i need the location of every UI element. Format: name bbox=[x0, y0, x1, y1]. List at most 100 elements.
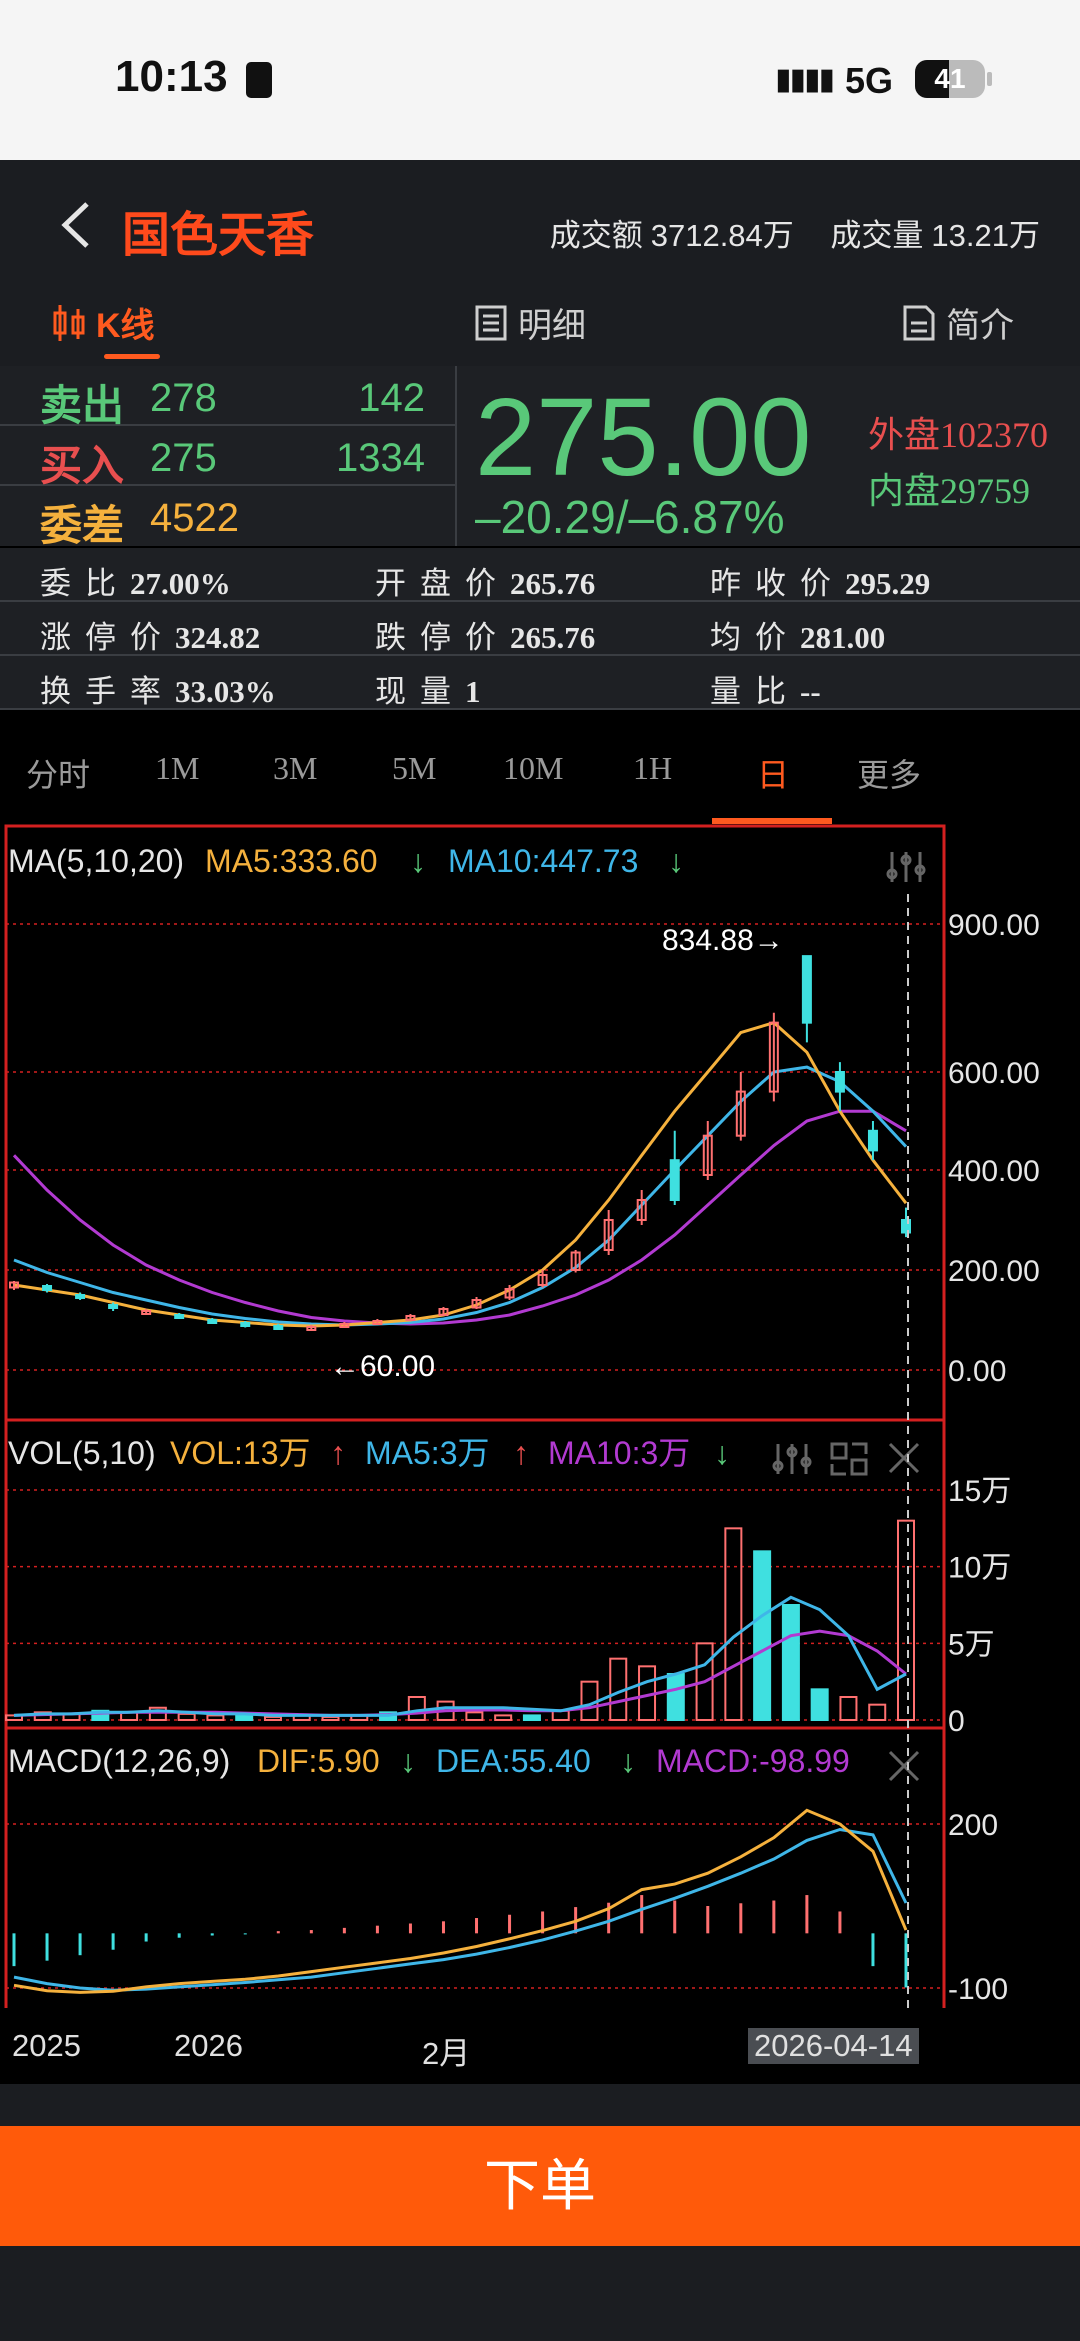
volume-bar bbox=[235, 1714, 254, 1722]
y-tick-label: 0 bbox=[948, 1705, 965, 1738]
price-change: –20.29/–6.87% bbox=[475, 491, 785, 543]
period-tab[interactable]: 1M bbox=[155, 750, 199, 787]
y-tick-label: 15万 bbox=[948, 1475, 1011, 1508]
candle-body bbox=[834, 1071, 845, 1093]
candle-body bbox=[240, 1322, 251, 1327]
switch-indicator-icon[interactable] bbox=[830, 1442, 868, 1476]
volume-bar bbox=[753, 1550, 772, 1721]
turnover-value: 3712.84万 bbox=[650, 218, 794, 253]
spacer bbox=[0, 2084, 1080, 2126]
period-tab[interactable]: 分时 bbox=[26, 750, 90, 796]
y-tick-label: 900.00 bbox=[948, 909, 1040, 942]
buy-price: 275 bbox=[150, 436, 217, 480]
candle-body bbox=[867, 1129, 878, 1152]
period-tab[interactable]: 10M bbox=[503, 750, 563, 787]
period-selector: 分时 1M 3M 5M 10M 1H 日 更多 bbox=[0, 718, 1080, 824]
period-tab[interactable]: 更多 bbox=[857, 750, 921, 796]
volume-value: 13.21万 bbox=[931, 218, 1040, 253]
back-arrow-icon[interactable] bbox=[55, 200, 95, 250]
turnover-label: 成交额 bbox=[549, 218, 643, 253]
y-tick-label: 600.00 bbox=[948, 1057, 1040, 1090]
network-label: 5G bbox=[845, 60, 894, 101]
stat-value: 281.00 bbox=[800, 620, 886, 655]
ma5-label: MA5:333.60 bbox=[205, 843, 378, 879]
y-tick-label: 0.00 bbox=[948, 1355, 1006, 1388]
quote-panel: 卖出 278 142 买入 275 1334 委差 4522 275.00 –2… bbox=[0, 366, 1080, 549]
dif-line bbox=[13, 1808, 908, 1994]
stat-value: -- bbox=[800, 674, 821, 709]
ma10-arrow: ↓ bbox=[668, 843, 684, 879]
volume-bar bbox=[206, 1714, 225, 1722]
period-tab-active[interactable]: 日 bbox=[757, 750, 789, 796]
status-time: 10:13 bbox=[115, 52, 228, 101]
stat-cell: 涨停价324.82 bbox=[40, 612, 260, 657]
buy-volume: 1334 bbox=[336, 436, 425, 480]
period-tab[interactable]: 3M bbox=[273, 750, 317, 787]
volume-bar bbox=[407, 1696, 426, 1721]
y-tick-label: 5万 bbox=[948, 1628, 995, 1661]
period-tab[interactable]: 5M bbox=[392, 750, 436, 787]
stat-cell: 昨收价295.29 bbox=[710, 558, 930, 603]
up-arrow-icon: ↑ bbox=[513, 1435, 529, 1471]
tab-profile[interactable]: 简介 bbox=[902, 298, 1014, 347]
volume-bar bbox=[868, 1703, 887, 1722]
volume-bar bbox=[263, 1715, 282, 1722]
volume-bar bbox=[321, 1715, 340, 1722]
diff-value: 4522 bbox=[150, 496, 239, 540]
vol-settings-icon[interactable] bbox=[772, 1444, 812, 1474]
inner-disk: 内盘29759 bbox=[868, 462, 1030, 514]
high-label: 834.88→ bbox=[662, 924, 784, 957]
date-label: 2025 bbox=[12, 2028, 81, 2063]
signal-icon: ▮▮▮▮ bbox=[775, 63, 835, 96]
close-icon[interactable] bbox=[888, 1442, 920, 1474]
sell-row: 卖出 278 142 bbox=[0, 366, 455, 429]
candle-body bbox=[801, 955, 812, 1024]
ma5-arrow: ↓ bbox=[410, 843, 426, 879]
status-bar: 10:13 ▮▮▮▮ 5G 41 bbox=[0, 0, 1080, 160]
stat-cell: 量比-- bbox=[710, 666, 821, 711]
settings-sliders-icon[interactable] bbox=[886, 852, 926, 882]
stat-value: 265.76 bbox=[510, 620, 596, 655]
candle-body bbox=[273, 1325, 284, 1330]
stat-label: 现量 bbox=[375, 674, 465, 709]
tab-detail-label: 明细 bbox=[518, 307, 586, 345]
stat-label: 委比 bbox=[40, 566, 130, 601]
candle-body bbox=[174, 1314, 185, 1319]
period-tab[interactable]: 1H bbox=[633, 750, 672, 787]
volume-bar bbox=[810, 1688, 829, 1721]
y-tick-label: 200 bbox=[948, 1809, 998, 1842]
stat-label: 换手率 bbox=[40, 674, 175, 709]
current-price: 275.00 bbox=[475, 376, 812, 499]
macd-close-icon[interactable] bbox=[888, 1750, 920, 1782]
date-axis: 2025 2026 2月 2026-04-14 bbox=[0, 2008, 1080, 2084]
contact-badge-icon bbox=[246, 62, 272, 98]
tab-kline-label: K线 bbox=[96, 307, 155, 345]
stat-label: 涨停价 bbox=[40, 620, 175, 655]
stat-value: 33.03% bbox=[175, 674, 276, 709]
tab-kline[interactable]: K线 bbox=[52, 298, 160, 359]
document-icon bbox=[903, 305, 935, 340]
tab-detail[interactable]: 明细 bbox=[474, 298, 586, 347]
stat-value: 27.00% bbox=[130, 566, 231, 601]
stat-cell: 开盘价265.76 bbox=[375, 558, 595, 603]
candle-body bbox=[75, 1294, 86, 1299]
stat-label: 开盘价 bbox=[375, 566, 510, 601]
outer-label: 外盘 bbox=[868, 415, 941, 455]
bottom-bar bbox=[0, 2246, 1080, 2341]
buy-row: 买入 275 1334 bbox=[0, 426, 455, 489]
volume-bar bbox=[839, 1696, 858, 1721]
y-tick-label: 10万 bbox=[948, 1552, 1011, 1585]
volume-bar bbox=[522, 1714, 541, 1722]
volume-bar bbox=[897, 1519, 915, 1722]
stats-row: 换手率33.03% 现量1 量比-- bbox=[0, 656, 1080, 710]
stat-cell: 现量1 bbox=[375, 666, 481, 711]
place-order-button[interactable]: 下单 bbox=[0, 2126, 1080, 2246]
header-bar: 国色天香 成交额 3712.84万 成交量 13.21万 bbox=[0, 160, 1080, 290]
diff-row: 委差 4522 bbox=[0, 486, 455, 549]
inner-label: 内盘 bbox=[868, 471, 941, 511]
list-icon bbox=[475, 305, 507, 340]
date-label: 2月 bbox=[422, 2036, 471, 2071]
buy-label: 买入 bbox=[40, 442, 125, 489]
candle-body bbox=[108, 1304, 119, 1309]
kline-chart[interactable]: MA(5,10,20) MA5:333.60 ↓ MA10:447.73 ↓ 9… bbox=[0, 824, 1080, 2008]
